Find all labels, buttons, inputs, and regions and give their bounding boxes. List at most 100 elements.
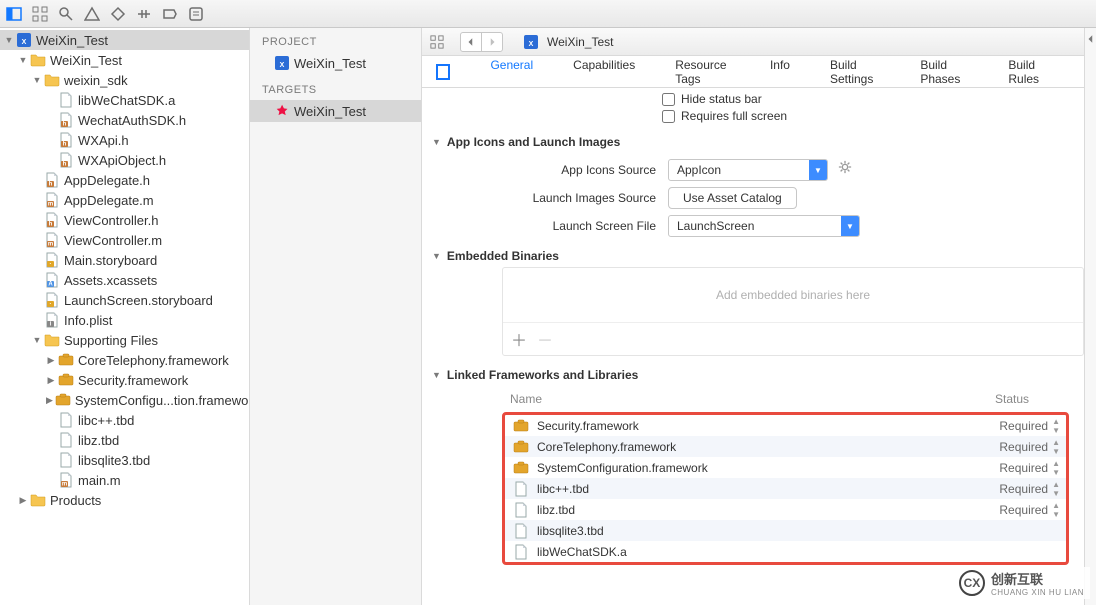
nav-item[interactable]: libz.tbd [0,430,249,450]
file-icon [513,523,529,539]
nav-item[interactable]: mmain.m [0,470,249,490]
section-embedded-header[interactable]: ▼Embedded Binaries [422,245,1084,267]
nav-item[interactable]: hViewController.h [0,210,249,230]
nav-item[interactable]: Security.framework [0,370,249,390]
outline-toggle-icon[interactable] [436,64,450,80]
i-brief-icon [55,392,71,408]
nav-item[interactable]: AAssets.xcassets [0,270,249,290]
i-folder-icon [30,52,46,68]
file-icon: i [44,312,60,328]
file-icon: m [44,232,60,248]
app-icons-select[interactable]: AppIcon▼ [668,159,828,181]
navigator-break-icon[interactable] [162,6,178,22]
navigator-test-icon[interactable] [110,6,126,22]
launch-file-label: Launch Screen File [422,219,668,233]
app-icons-gear-icon[interactable] [838,160,852,174]
tab-capabilities[interactable]: Capabilities [553,58,655,72]
full-screen-checkbox[interactable]: Requires full screen [662,109,1084,123]
i-brief-icon [58,352,74,368]
nav-item[interactable]: Supporting Files [0,330,249,350]
history-fwd-button[interactable] [481,32,503,52]
project-item[interactable]: WeiXin_Test [250,52,421,74]
nav-item[interactable]: ·LaunchScreen.storyboard [0,290,249,310]
nav-item[interactable]: ·Main.storyboard [0,250,249,270]
project-navigator[interactable]: WeiXin_TestWeiXin_Testweixin_sdklibWeCha… [0,28,250,605]
linked-list[interactable]: Security.frameworkRequired▲▼CoreTelephon… [502,412,1069,565]
nav-item[interactable]: CoreTelephony.framework [0,350,249,370]
file-icon: h [58,112,74,128]
navigator-search-icon[interactable] [58,6,74,22]
nav-item[interactable]: weixin_sdk [0,70,249,90]
add-embedded-button[interactable]: ＋ [511,327,527,351]
project-icon [274,55,290,71]
nav-item[interactable]: SystemConfigu...tion.framework [0,390,249,410]
remove-embedded-button[interactable]: － [537,327,553,351]
navigator-project-icon[interactable] [6,6,22,22]
tab-build-phases[interactable]: Build Phases [900,58,988,86]
related-items-icon[interactable] [430,35,444,49]
linked-row[interactable]: libz.tbdRequired▲▼ [505,499,1066,520]
linked-row[interactable]: CoreTelephony.frameworkRequired▲▼ [505,436,1066,457]
briefcase-icon [513,460,529,476]
use-asset-catalog-button[interactable]: Use Asset Catalog [668,187,797,209]
navigator-debug-icon[interactable] [136,6,152,22]
target-item[interactable]: WeiXin_Test [250,100,421,122]
history-back-button[interactable] [460,32,482,52]
nav-item[interactable]: libWeChatSDK.a [0,90,249,110]
briefcase-icon [513,439,529,455]
right-rail[interactable] [1084,28,1096,605]
svg-text:h: h [49,222,53,228]
tab-general[interactable]: General [470,58,553,72]
svg-text:·: · [50,302,52,308]
editor-area: WeiXin_Test GeneralCapabilitiesResource … [422,28,1084,605]
project-header: PROJECT [250,32,421,52]
nav-item[interactable]: libc++.tbd [0,410,249,430]
linked-row[interactable]: libsqlite3.tbd [505,520,1066,541]
editor-tabs: GeneralCapabilitiesResource TagsInfoBuil… [422,56,1084,88]
nav-item[interactable]: Products [0,490,249,510]
i-doc-icon [58,412,74,428]
svg-text:m: m [48,202,53,208]
navigator-issue-icon[interactable] [84,6,100,22]
tab-resource-tags[interactable]: Resource Tags [655,58,750,86]
tab-build-settings[interactable]: Build Settings [810,58,900,86]
nav-item[interactable]: hWechatAuthSDK.h [0,110,249,130]
app-icons-label: App Icons Source [422,163,668,177]
left-toolbar [0,0,1096,28]
i-doc-icon [58,452,74,468]
launch-file-select[interactable]: LaunchScreen▼ [668,215,860,237]
navigator-log-icon[interactable] [188,6,204,22]
svg-text:h: h [49,182,53,188]
i-folder-icon [44,332,60,348]
nav-item[interactable]: libsqlite3.tbd [0,450,249,470]
nav-item[interactable]: mViewController.m [0,230,249,250]
file-icon [513,481,529,497]
nav-item[interactable]: hWXApi.h [0,130,249,150]
linked-name-header: Name [506,392,995,406]
section-icons-header[interactable]: ▼App Icons and Launch Images [422,131,1084,153]
file-icon [513,502,529,518]
linked-row[interactable]: libWeChatSDK.a [505,541,1066,562]
svg-text:m: m [48,242,53,248]
nav-item[interactable]: iInfo.plist [0,310,249,330]
linked-row[interactable]: SystemConfiguration.frameworkRequired▲▼ [505,457,1066,478]
nav-item[interactable]: WeiXin_Test [0,30,249,50]
hide-status-checkbox[interactable]: Hide status bar [662,92,1084,106]
linked-row[interactable]: Security.frameworkRequired▲▼ [505,415,1066,436]
nav-item[interactable]: hAppDelegate.h [0,170,249,190]
file-icon: m [44,192,60,208]
section-linked-header[interactable]: ▼Linked Frameworks and Libraries [422,364,1084,386]
nav-item[interactable]: WeiXin_Test [0,50,249,70]
tab-info[interactable]: Info [750,58,810,72]
navigator-source-icon[interactable] [32,6,48,22]
nav-item[interactable]: hWXApiObject.h [0,150,249,170]
embedded-list[interactable]: Add embedded binaries here ＋ － [502,267,1084,356]
linked-row[interactable]: libc++.tbdRequired▲▼ [505,478,1066,499]
breadcrumb[interactable]: WeiXin_Test [511,34,1084,50]
svg-text:h: h [63,142,67,148]
svg-text:·: · [50,262,52,268]
tab-build-rules[interactable]: Build Rules [988,58,1070,86]
nav-item[interactable]: mAppDelegate.m [0,190,249,210]
breadcrumb-project-icon [523,34,539,50]
watermark: CX 创新互联 CHUANG XIN HU LIAN [953,567,1090,599]
